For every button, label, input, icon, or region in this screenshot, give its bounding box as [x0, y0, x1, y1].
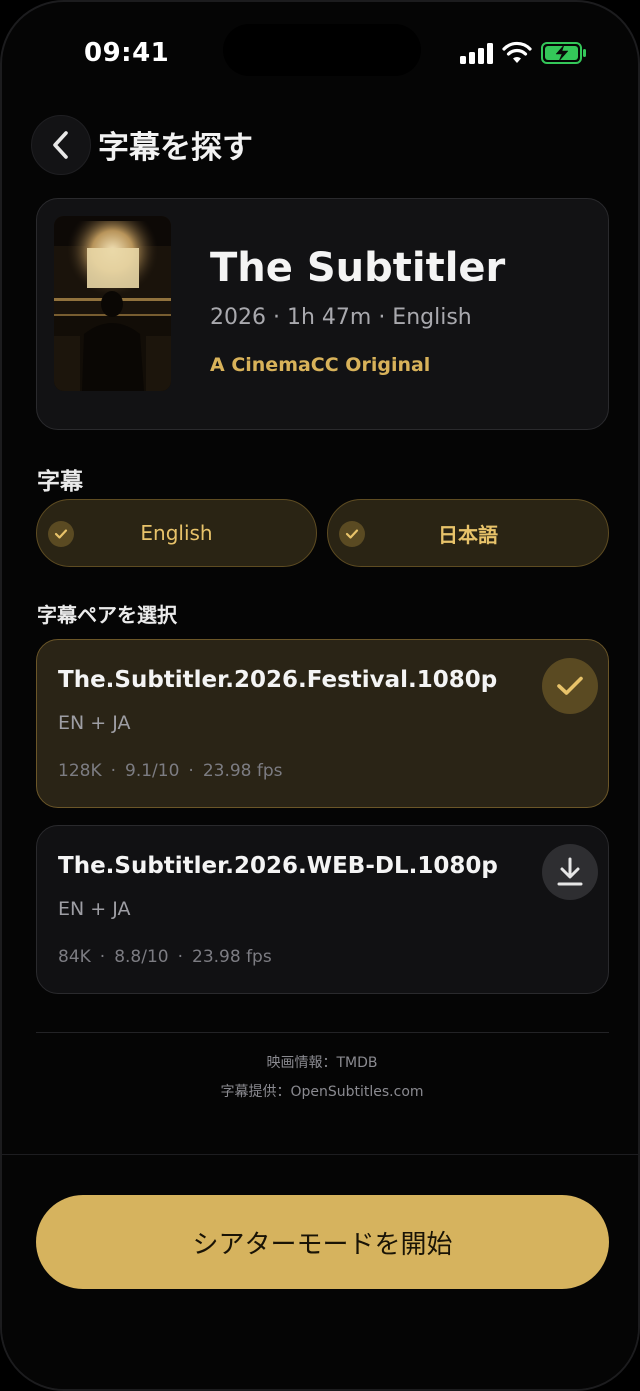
language-chip-label: English [140, 521, 213, 545]
page-title: 字幕を探す [98, 130, 253, 166]
status-time: 09:41 [84, 38, 170, 68]
subtitle-stats: 128K · 9.1/10 · 23.98 fps [58, 761, 283, 781]
subtitle-name: The.Subtitler.2026.Festival.1080p [58, 667, 498, 693]
phone-screen: 09:41 字幕を探す The Subtitler 2026 · 1h 47m … [0, 0, 640, 1391]
language-chip-label: 日本語 [438, 522, 498, 547]
movie-card: The Subtitler 2026 · 1h 47m · English A … [36, 198, 609, 430]
subtitle-stats: 84K · 8.8/10 · 23.98 fps [58, 947, 272, 967]
movie-info-credit: 映画情報：TMDB [266, 1055, 378, 1071]
subtitle-rating: 9.1/10 [125, 761, 180, 781]
back-button[interactable] [31, 115, 91, 175]
movie-title: The Subtitler [210, 245, 506, 291]
status-bar: 09:41 [2, 2, 638, 102]
pair-section-label: 字幕ペアを選択 [37, 603, 177, 627]
subtitle-option-webdl[interactable]: The.Subtitler.2026.WEB-DL.1080p EN + JA … [36, 825, 609, 994]
movie-poster [54, 216, 171, 391]
check-icon [557, 676, 583, 695]
download-icon [557, 857, 583, 886]
cellular-signal-icon [460, 42, 494, 64]
start-theater-mode-button[interactable]: シアターモードを開始 [36, 1195, 609, 1289]
subtitles-section-label: 字幕 [37, 469, 83, 495]
subtitle-option-festival[interactable]: The.Subtitler.2026.Festival.1080p EN + J… [36, 639, 609, 808]
wifi-icon [502, 41, 532, 63]
chevron-left-icon [53, 131, 68, 159]
subtitle-rating: 8.8/10 [114, 947, 169, 967]
battery-charging-icon [541, 42, 586, 64]
selected-check-button[interactable] [542, 658, 598, 714]
check-icon [339, 521, 365, 547]
dynamic-island [223, 24, 421, 76]
subtitle-name: The.Subtitler.2026.WEB-DL.1080p [58, 853, 498, 879]
subtitle-fps: 23.98 fps [202, 761, 283, 781]
subtitle-provider-credit: 字幕提供：OpenSubtitles.com [220, 1084, 424, 1100]
subtitle-languages: EN + JA [58, 898, 131, 920]
language-chip-english[interactable]: English [36, 499, 317, 567]
subtitle-downloads: 84K [58, 947, 91, 967]
movie-tag: A CinemaCC Original [210, 354, 431, 376]
divider [36, 1032, 609, 1033]
movie-meta: 2026 · 1h 47m · English [210, 305, 472, 330]
language-chip-japanese[interactable]: 日本語 [327, 499, 609, 567]
subtitle-downloads: 128K [58, 761, 102, 781]
download-button[interactable] [542, 844, 598, 900]
check-icon [48, 521, 74, 547]
subtitle-fps: 23.98 fps [192, 947, 272, 967]
subtitle-languages: EN + JA [58, 712, 131, 734]
